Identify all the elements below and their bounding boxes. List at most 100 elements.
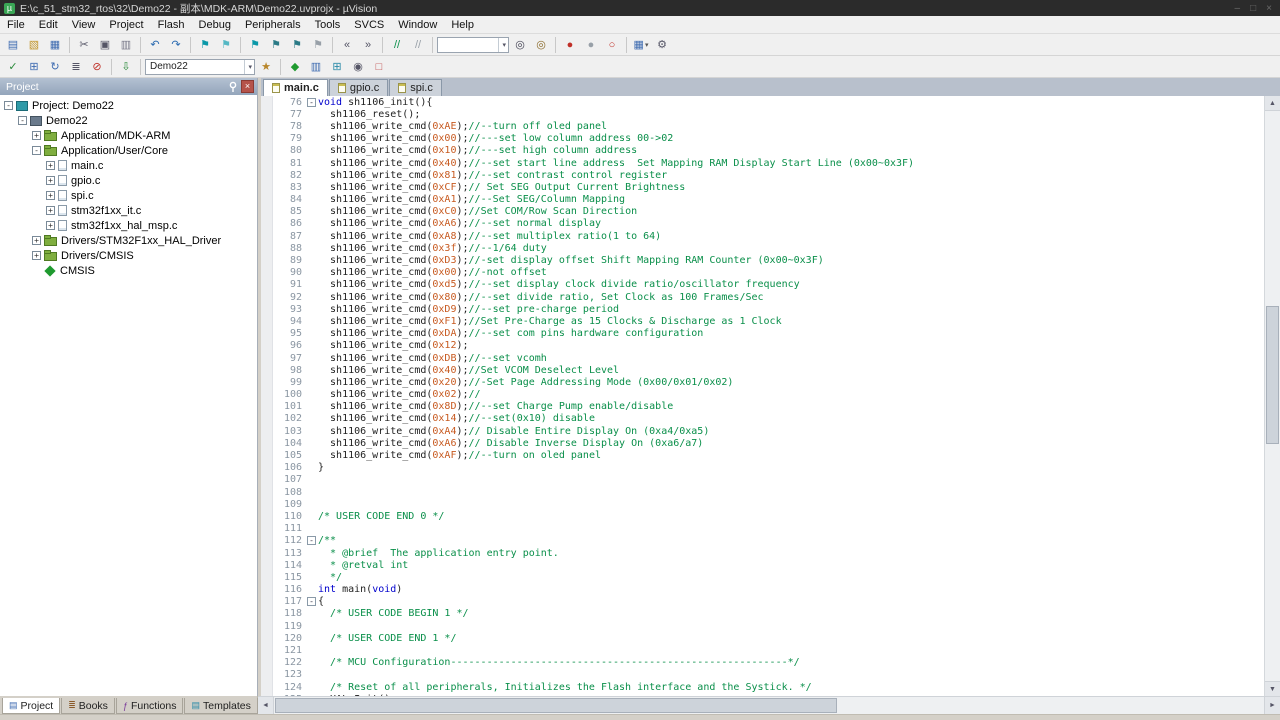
- window-layout-icon[interactable]: ▦ ▾: [631, 36, 651, 54]
- tree-expander-icon[interactable]: -: [18, 116, 27, 125]
- code-line[interactable]: 118 /* USER CODE BEGIN 1 */: [261, 608, 1264, 620]
- clear-bookmarks-icon[interactable]: ⚑: [308, 36, 328, 54]
- tree-item-project-demo22[interactable]: - Project: Demo22: [0, 98, 257, 113]
- code-line[interactable]: 77 sh1106_reset();: [261, 108, 1264, 120]
- tree-expander-icon[interactable]: -: [4, 101, 13, 110]
- code-line[interactable]: 83 sh1106_write_cmd(0xCF);// Set SEG Out…: [261, 181, 1264, 193]
- vertical-scrollbar[interactable]: ▲ ▼: [1264, 96, 1280, 696]
- tree-item-spi-c[interactable]: + spi.c: [0, 188, 257, 203]
- scroll-left-icon[interactable]: ◄: [258, 697, 274, 714]
- scroll-right-icon[interactable]: ►: [1264, 697, 1280, 714]
- tree-item-drivers-stm32f1xx-hal-driver[interactable]: + Drivers/STM32F1xx_HAL_Driver: [0, 233, 257, 248]
- tree-item-gpio-c[interactable]: + gpio.c: [0, 173, 257, 188]
- chevron-down-icon[interactable]: ▾: [498, 37, 506, 52]
- tab-spi-c[interactable]: spi.c: [389, 79, 442, 96]
- manage-rte-icon[interactable]: ◆: [285, 58, 305, 76]
- prev-bookmark-icon[interactable]: ⚑: [266, 36, 286, 54]
- toggle-breakpoint-icon[interactable]: ●: [560, 36, 580, 54]
- code-line[interactable]: 100 sh1106_write_cmd(0x02);//: [261, 389, 1264, 401]
- scroll-up-icon[interactable]: ▲: [1265, 96, 1280, 111]
- horizontal-scroll-thumb[interactable]: [275, 698, 838, 713]
- code-line[interactable]: 80 sh1106_write_cmd(0x10);//---set high …: [261, 145, 1264, 157]
- code-line[interactable]: 102 sh1106_write_cmd(0x14);//--set(0x10)…: [261, 413, 1264, 425]
- rebuild-icon[interactable]: ↻: [45, 58, 65, 76]
- menu-view[interactable]: View: [65, 18, 103, 32]
- code-line[interactable]: 106}: [261, 462, 1264, 474]
- tree-expander-icon[interactable]: +: [46, 176, 55, 185]
- code-line[interactable]: 95 sh1106_write_cmd(0xDA);//--set com pi…: [261, 328, 1264, 340]
- code-line[interactable]: 104 sh1106_write_cmd(0xA6);// Disable In…: [261, 437, 1264, 449]
- maximize-button[interactable]: □: [1250, 3, 1256, 14]
- code-line[interactable]: 124 /* Reset of all peripherals, Initial…: [261, 681, 1264, 693]
- code-line[interactable]: 103 sh1106_write_cmd(0xA4);// Disable En…: [261, 425, 1264, 437]
- code-line[interactable]: 114 * @retval int: [261, 559, 1264, 571]
- indent-left-icon[interactable]: «: [337, 36, 357, 54]
- code-line[interactable]: 96 sh1106_write_cmd(0x12);: [261, 340, 1264, 352]
- menu-tools[interactable]: Tools: [308, 18, 348, 32]
- disable-breakpoints-icon[interactable]: ●: [581, 36, 601, 54]
- pin-icon[interactable]: [226, 80, 239, 93]
- code-line[interactable]: 109: [261, 498, 1264, 510]
- bottom-tab-books[interactable]: ≣ Books: [61, 698, 115, 714]
- debug-session-icon[interactable]: ◉: [348, 58, 368, 76]
- paste-icon[interactable]: ▥: [116, 36, 136, 54]
- download-icon[interactable]: ⇩: [116, 58, 136, 76]
- code-line[interactable]: 86 sh1106_write_cmd(0xA6);//--set normal…: [261, 218, 1264, 230]
- comment-icon[interactable]: //: [387, 36, 407, 54]
- code-line[interactable]: 84 sh1106_write_cmd(0xA1);//--Set SEG/Co…: [261, 194, 1264, 206]
- code-line[interactable]: 98 sh1106_write_cmd(0x40);//Set VCOM Des…: [261, 364, 1264, 376]
- code-line[interactable]: 78 sh1106_write_cmd(0xAE);//--turn off o…: [261, 120, 1264, 132]
- code-line[interactable]: 113 * @brief The application entry point…: [261, 547, 1264, 559]
- code-line[interactable]: 81 sh1106_write_cmd(0x40);//--set start …: [261, 157, 1264, 169]
- menu-edit[interactable]: Edit: [32, 18, 65, 32]
- toggle-bookmark-icon[interactable]: ⚑: [245, 36, 265, 54]
- code-line[interactable]: 82 sh1106_write_cmd(0x81);//--set contra…: [261, 169, 1264, 181]
- code-line[interactable]: 93 sh1106_write_cmd(0xD9);//--set pre-ch…: [261, 303, 1264, 315]
- uncomment-icon[interactable]: //: [408, 36, 428, 54]
- vertical-scroll-thumb[interactable]: [1266, 306, 1279, 444]
- tree-expander-icon[interactable]: +: [32, 251, 41, 260]
- tree-expander-icon[interactable]: +: [46, 206, 55, 215]
- chevron-down-icon[interactable]: ▾: [244, 59, 252, 74]
- code-line[interactable]: 99 sh1106_write_cmd(0x20);//-Set Page Ad…: [261, 376, 1264, 388]
- batch-build-icon[interactable]: ≣: [66, 58, 86, 76]
- code-line[interactable]: 116 int main(void): [261, 584, 1264, 596]
- code-line[interactable]: 123: [261, 669, 1264, 681]
- code-line[interactable]: 110 /* USER CODE END 0 */: [261, 510, 1264, 522]
- code-line[interactable]: 112-/**: [261, 535, 1264, 547]
- find-in-files-icon[interactable]: ◎: [531, 36, 551, 54]
- find-combo[interactable]: ▾: [437, 36, 509, 53]
- cut-icon[interactable]: ✂: [74, 36, 94, 54]
- kill-breakpoints-icon[interactable]: ○: [602, 36, 622, 54]
- save-file-icon[interactable]: ▦: [45, 36, 65, 54]
- code-line[interactable]: 91 sh1106_write_cmd(0xd5);//--set displa…: [261, 279, 1264, 291]
- navigate-forward-icon[interactable]: ⚑: [216, 36, 236, 54]
- code-area[interactable]: 76- void sh1106_init(){77 sh1106_reset();…: [261, 96, 1264, 696]
- code-line[interactable]: 120 /* USER CODE END 1 */: [261, 632, 1264, 644]
- menu-peripherals[interactable]: Peripherals: [238, 18, 308, 32]
- tree-item-stm32f1xx-hal-msp-c[interactable]: + stm32f1xx_hal_msp.c: [0, 218, 257, 233]
- tree-item-drivers-cmsis[interactable]: + Drivers/CMSIS: [0, 248, 257, 263]
- fold-toggle-icon[interactable]: -: [307, 97, 316, 107]
- code-line[interactable]: 76- void sh1106_init(){: [261, 96, 1264, 108]
- tree-expander-icon[interactable]: +: [46, 221, 55, 230]
- navigate-back-icon[interactable]: ⚑: [195, 36, 215, 54]
- code-line[interactable]: 92 sh1106_write_cmd(0x80);//--set divide…: [261, 291, 1264, 303]
- code-line[interactable]: 105 sh1106_write_cmd(0xAF);//--turn on o…: [261, 449, 1264, 461]
- redo-icon[interactable]: ↷: [166, 36, 186, 54]
- panel-close-icon[interactable]: ×: [241, 80, 254, 93]
- fold-toggle-icon[interactable]: -: [307, 597, 316, 607]
- build-icon[interactable]: ⊞: [24, 58, 44, 76]
- stop-build-icon[interactable]: ⊘: [87, 58, 107, 76]
- next-bookmark-icon[interactable]: ⚑: [287, 36, 307, 54]
- menu-svcs[interactable]: SVCS: [347, 18, 391, 32]
- tree-item-application-user-core[interactable]: - Application/User/Core: [0, 143, 257, 158]
- code-line[interactable]: 115 */: [261, 571, 1264, 583]
- tree-expander-icon[interactable]: +: [32, 236, 41, 245]
- menu-project[interactable]: Project: [102, 18, 150, 32]
- file-extensions-icon[interactable]: ▥: [306, 58, 326, 76]
- bottom-tab-project[interactable]: ▤ Project: [2, 698, 61, 714]
- tree-item-demo22[interactable]: - Demo22: [0, 113, 257, 128]
- code-line[interactable]: 122 /* MCU Configuration----------------…: [261, 657, 1264, 669]
- minimize-button[interactable]: –: [1235, 3, 1241, 14]
